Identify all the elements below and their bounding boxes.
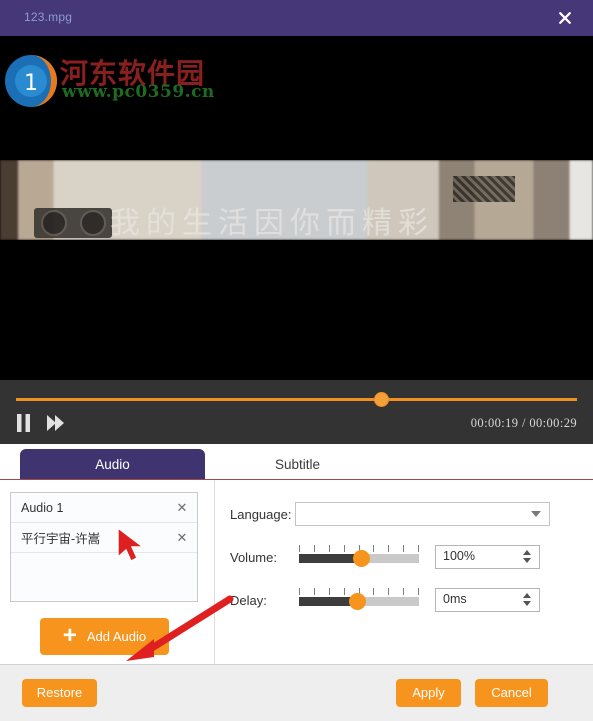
stepper-arrows[interactable] — [523, 550, 531, 563]
stepper-up-icon[interactable] — [523, 593, 531, 598]
stepper-down-icon[interactable] — [523, 558, 531, 563]
watermark-site-name: 河东软件园 — [60, 57, 206, 90]
delay-label: Delay: — [230, 592, 267, 608]
delay-slider[interactable] — [299, 588, 419, 612]
fast-forward-icon[interactable] — [47, 415, 65, 431]
delay-stepper[interactable]: 0ms — [435, 588, 540, 612]
volume-slider-handle[interactable] — [353, 550, 371, 567]
close-button[interactable] — [553, 6, 577, 30]
delay-value: 0ms — [443, 592, 467, 606]
player-controls: 00:00:19 / 00:00:29 — [0, 380, 593, 444]
volume-slider[interactable] — [299, 545, 419, 569]
delay-field-row: Delay: 0ms — [215, 584, 593, 616]
watermark-url: www.pc0359.cn — [62, 82, 215, 102]
tab-content-audio: Audio 1 ✕ 平行宇宙-许嵩 ✕ + Add Audio Language… — [0, 480, 593, 664]
chevron-down-icon — [531, 511, 541, 517]
seek-handle[interactable] — [374, 393, 388, 406]
dialog-footer: Restore Apply Cancel — [0, 664, 593, 721]
tab-audio[interactable]: Audio — [20, 449, 205, 480]
transport-controls — [16, 414, 65, 432]
time-display: 00:00:19 / 00:00:29 — [470, 416, 577, 430]
apply-button[interactable]: Apply — [396, 679, 461, 707]
stepper-arrows[interactable] — [523, 593, 531, 606]
remove-track-button[interactable]: ✕ — [175, 500, 189, 516]
remove-track-button[interactable]: ✕ — [175, 530, 189, 546]
watermark-logo-icon: 1 — [5, 55, 57, 107]
tab-subtitle[interactable]: Subtitle — [205, 449, 390, 480]
volume-field-row: Volume: 100% — [215, 541, 593, 573]
window-title: 123.mpg — [24, 10, 73, 24]
add-audio-label: Add Audio — [86, 629, 147, 644]
stepper-up-icon[interactable] — [523, 550, 531, 555]
restore-button[interactable]: Restore — [22, 679, 97, 707]
list-item[interactable]: 平行宇宙-许嵩 ✕ — [11, 523, 197, 553]
cancel-button[interactable]: Cancel — [475, 679, 548, 707]
language-field-row: Language: — [215, 498, 593, 530]
svg-text:1: 1 — [24, 71, 38, 96]
add-audio-button[interactable]: + Add Audio — [40, 618, 169, 655]
video-stage[interactable]: 我的生活因你而精彩 1 河东软件园 www.pc0359.cn — [0, 36, 593, 380]
audio-track-pane: Audio 1 ✕ 平行宇宙-许嵩 ✕ + Add Audio — [0, 480, 215, 664]
audio-track-label: Audio 1 — [21, 500, 64, 515]
language-label: Language: — [230, 506, 292, 522]
watermark: 1 河东软件园 www.pc0359.cn — [0, 36, 215, 108]
delay-slider-fill — [299, 597, 357, 606]
seek-track — [16, 398, 577, 401]
audio-settings-form: Language: Volume: 100% Delay: 0ms — [215, 480, 593, 664]
video-caption: 我的生活因你而精彩 — [110, 206, 434, 240]
pause-icon[interactable] — [16, 414, 31, 432]
seek-bar[interactable] — [16, 392, 577, 406]
title-bar: 123.mpg — [0, 0, 593, 36]
video-frame: 我的生活因你而精彩 — [0, 160, 593, 240]
volume-slider-fill — [299, 554, 362, 563]
audio-track-label: 平行宇宙-许嵩 — [21, 532, 101, 546]
delay-slider-handle[interactable] — [348, 593, 366, 610]
language-select[interactable] — [295, 502, 550, 526]
close-icon — [559, 12, 571, 24]
volume-value: 100% — [443, 549, 475, 563]
video-frame-grille — [453, 176, 515, 202]
volume-label: Volume: — [230, 549, 277, 565]
list-item[interactable]: Audio 1 ✕ — [11, 493, 197, 523]
stepper-down-icon[interactable] — [523, 601, 531, 606]
audio-settings-dialog: 123.mpg 我的生活因你而精彩 1 河东软件园 www.pc0359.cn — [0, 0, 593, 721]
tab-strip: Audio Subtitle — [0, 444, 593, 480]
plus-icon: + — [62, 621, 77, 649]
audio-track-list[interactable]: Audio 1 ✕ 平行宇宙-许嵩 ✕ — [10, 492, 198, 602]
video-frame-speaker — [34, 208, 112, 238]
volume-stepper[interactable]: 100% — [435, 545, 540, 569]
